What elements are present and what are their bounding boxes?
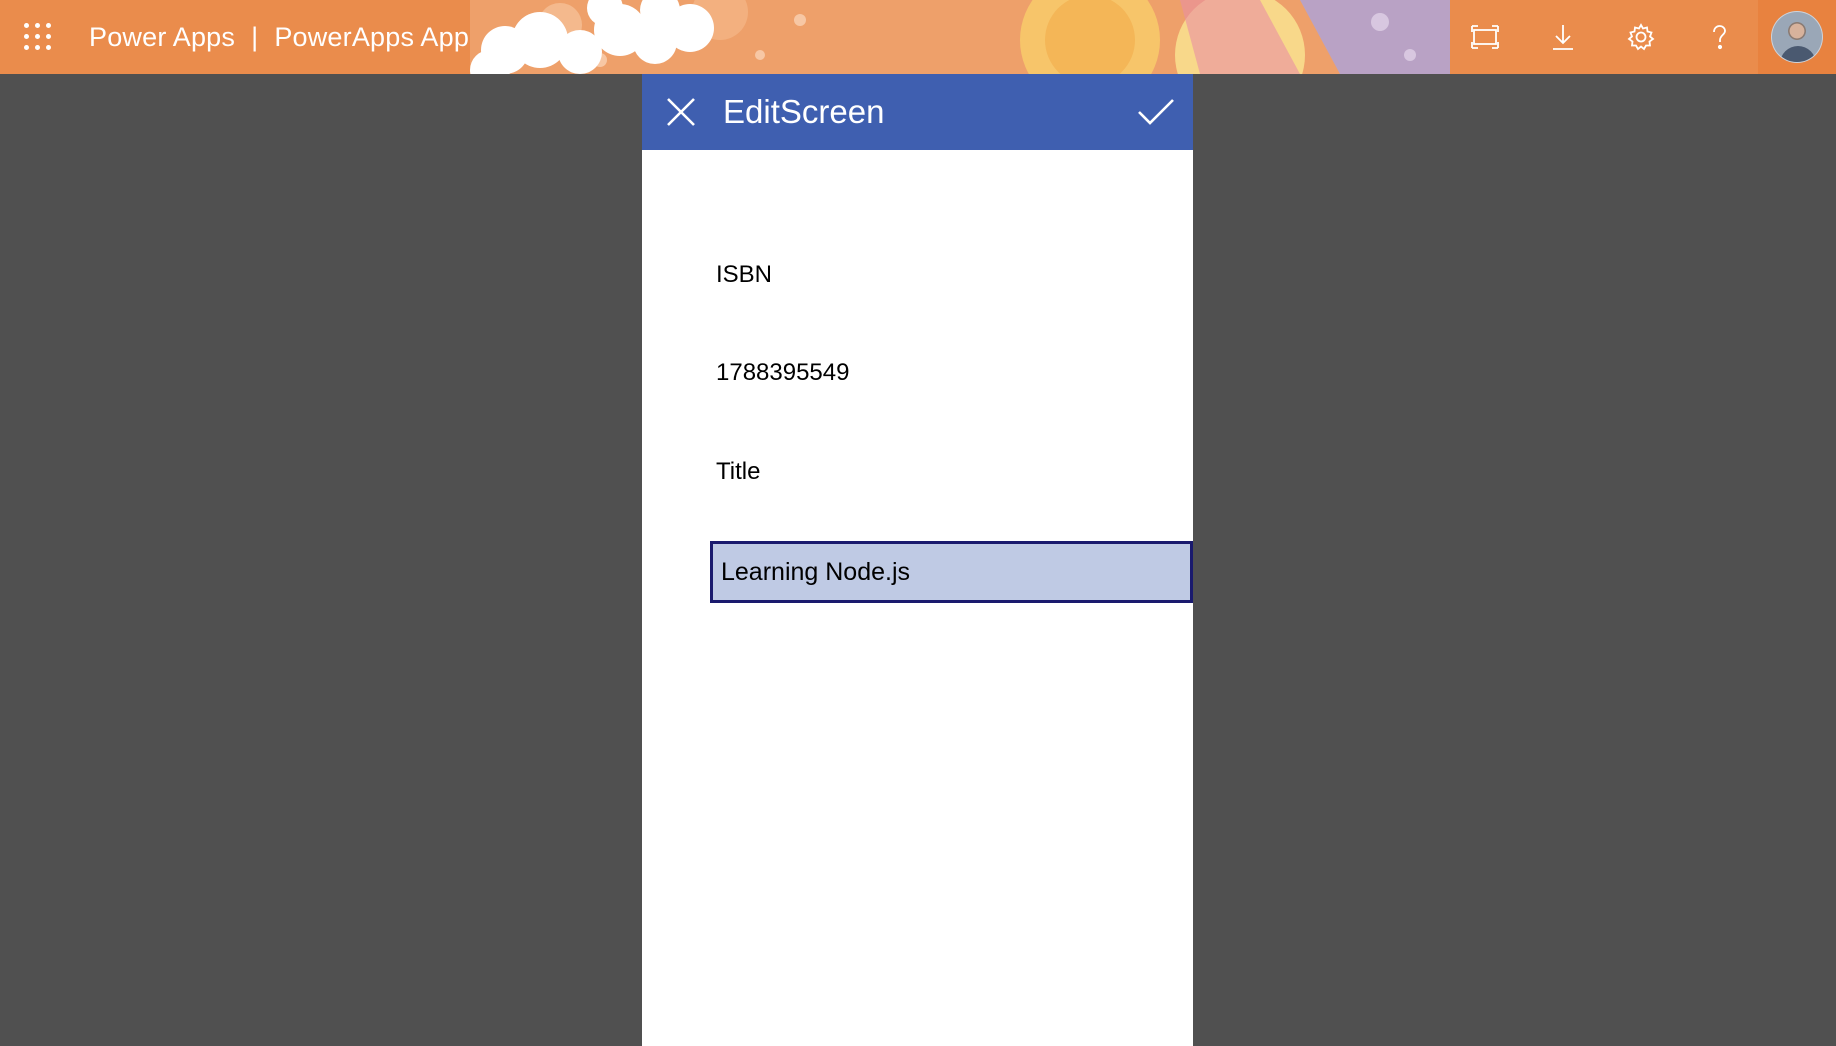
close-button[interactable] — [662, 93, 700, 131]
checkmark-icon — [1138, 99, 1174, 125]
brand-separator: | — [251, 21, 259, 52]
title-label: Title — [716, 458, 761, 485]
suite-bar: Power Apps | PowerApps App — [0, 0, 1836, 74]
title-input[interactable] — [710, 541, 1193, 603]
profile-button[interactable] — [1758, 0, 1836, 74]
settings-icon — [1627, 23, 1655, 51]
help-button[interactable] — [1680, 0, 1758, 74]
help-icon — [1713, 25, 1726, 50]
product-name[interactable]: Power Apps — [89, 22, 235, 53]
submit-button[interactable] — [1135, 91, 1177, 133]
isbn-label: ISBN — [716, 261, 773, 288]
brand-title: Power Apps | PowerApps App — [89, 17, 469, 57]
download-button[interactable] — [1524, 0, 1602, 74]
app-name: PowerApps App — [274, 21, 470, 52]
edit-screen-header: EditScreen — [642, 74, 1193, 150]
close-icon — [667, 98, 695, 126]
app-launcher-icon[interactable] — [18, 17, 56, 55]
suite-bar-actions — [1446, 0, 1836, 74]
download-icon — [1553, 25, 1573, 50]
fullscreen-button[interactable] — [1446, 0, 1524, 74]
isbn-value: 1788395549 — [716, 359, 850, 386]
profile-avatar — [1771, 11, 1823, 63]
fullscreen-icon — [1471, 25, 1499, 49]
app-canvas: EditScreen ISBN 1788395549 Title — [642, 74, 1193, 1046]
settings-button[interactable] — [1602, 0, 1680, 74]
screen-title: EditScreen — [723, 93, 885, 130]
